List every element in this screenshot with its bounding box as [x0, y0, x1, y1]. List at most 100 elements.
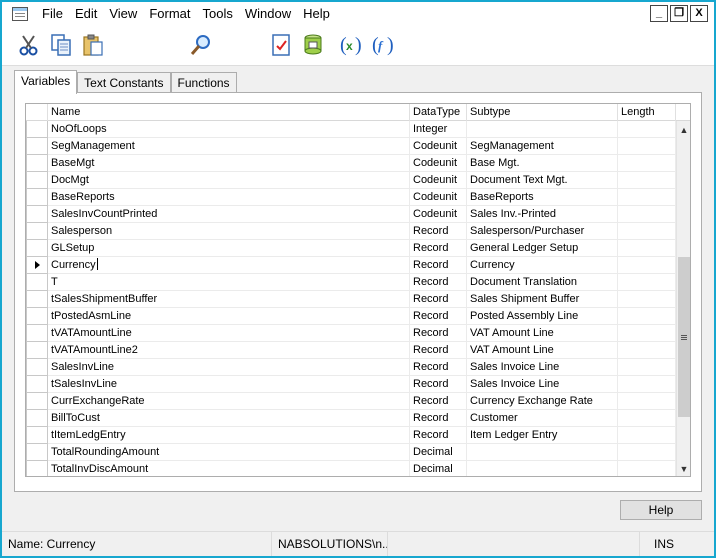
row-selector[interactable]	[26, 240, 48, 257]
row-selector[interactable]	[26, 189, 48, 206]
cell-length[interactable]	[618, 444, 676, 461]
cell-subtype[interactable]: Document Translation	[467, 274, 618, 291]
cell-name[interactable]: BaseReports	[48, 189, 410, 206]
cell-datatype[interactable]: Record	[410, 274, 467, 291]
table-row[interactable]: GLSetup Record General Ledger Setup	[26, 240, 678, 257]
table-row[interactable]: BillToCust Record Customer	[26, 410, 678, 427]
table-row[interactable]: Salesperson Record Salesperson/Purchaser	[26, 223, 678, 240]
table-row[interactable]: DocMgt Codeunit Document Text Mgt.	[26, 172, 678, 189]
table-row[interactable]: TotalInvDiscAmount Decimal	[26, 461, 678, 476]
table-row[interactable]: tVATAmountLine2 Record VAT Amount Line	[26, 342, 678, 359]
cell-datatype[interactable]: Codeunit	[410, 155, 467, 172]
cell-length[interactable]	[618, 461, 676, 476]
cell-datatype[interactable]: Codeunit	[410, 138, 467, 155]
cell-length[interactable]	[618, 138, 676, 155]
cell-name[interactable]: BaseMgt	[48, 155, 410, 172]
table-row[interactable]: Currency Record Currency	[26, 257, 678, 274]
cell-datatype[interactable]: Record	[410, 308, 467, 325]
cell-name[interactable]: tPostedAsmLine	[48, 308, 410, 325]
cell-name[interactable]: tItemLedgEntry	[48, 427, 410, 444]
menu-tools[interactable]: Tools	[196, 2, 238, 26]
cell-length[interactable]	[618, 274, 676, 291]
table-row[interactable]: tSalesInvLine Record Sales Invoice Line	[26, 376, 678, 393]
cell-datatype[interactable]: Record	[410, 359, 467, 376]
row-selector[interactable]	[26, 444, 48, 461]
cell-length[interactable]	[618, 291, 676, 308]
table-row[interactable]: BaseReports Codeunit BaseReports	[26, 189, 678, 206]
cell-name[interactable]: TotalInvDiscAmount	[48, 461, 410, 476]
row-selector[interactable]	[26, 206, 48, 223]
cell-name[interactable]: DocMgt	[48, 172, 410, 189]
menu-help[interactable]: Help	[297, 2, 336, 26]
cell-length[interactable]	[618, 121, 676, 138]
cell-name[interactable]: tSalesInvLine	[48, 376, 410, 393]
tab-variables[interactable]: Variables	[14, 70, 78, 94]
cell-subtype[interactable]: Sales Inv.-Printed	[467, 206, 618, 223]
menu-view[interactable]: View	[103, 2, 143, 26]
cell-subtype[interactable]: Item Ledger Entry	[467, 427, 618, 444]
row-selector[interactable]	[26, 342, 48, 359]
table-row[interactable]: tItemLedgEntry Record Item Ledger Entry	[26, 427, 678, 444]
cell-name[interactable]: SalesInvLine	[48, 359, 410, 376]
cell-datatype[interactable]: Record	[410, 410, 467, 427]
close-button[interactable]: X	[690, 5, 708, 22]
cell-length[interactable]	[618, 257, 676, 274]
cell-datatype[interactable]: Record	[410, 257, 467, 274]
cell-datatype[interactable]: Integer	[410, 121, 467, 138]
restore-button[interactable]: ❐	[670, 5, 688, 22]
cell-subtype[interactable]	[467, 461, 618, 476]
cell-name[interactable]: CurrExchangeRate	[48, 393, 410, 410]
row-selector[interactable]	[26, 376, 48, 393]
cell-name[interactable]: GLSetup	[48, 240, 410, 257]
header-selector[interactable]	[26, 104, 48, 121]
table-row[interactable]: TotalRoundingAmount Decimal	[26, 444, 678, 461]
cell-name[interactable]: tVATAmountLine2	[48, 342, 410, 359]
cell-datatype[interactable]: Record	[410, 240, 467, 257]
table-row[interactable]: T Record Document Translation	[26, 274, 678, 291]
database-icon[interactable]	[300, 32, 326, 58]
cell-length[interactable]	[618, 427, 676, 444]
row-selector[interactable]	[26, 274, 48, 291]
menu-file[interactable]: File	[36, 2, 69, 26]
properties-icon[interactable]	[268, 32, 294, 58]
cell-length[interactable]	[618, 342, 676, 359]
cell-subtype[interactable]: Base Mgt.	[467, 155, 618, 172]
cell-subtype[interactable]: General Ledger Setup	[467, 240, 618, 257]
cell-length[interactable]	[618, 325, 676, 342]
row-selector[interactable]	[26, 359, 48, 376]
paste-icon[interactable]	[80, 32, 106, 58]
cell-datatype[interactable]: Decimal	[410, 444, 467, 461]
cell-length[interactable]	[618, 376, 676, 393]
row-selector[interactable]	[26, 223, 48, 240]
tab-text-constants[interactable]: Text Constants	[77, 72, 171, 93]
header-length[interactable]: Length	[618, 104, 676, 121]
table-row[interactable]: BaseMgt Codeunit Base Mgt.	[26, 155, 678, 172]
cell-subtype[interactable]: Sales Invoice Line	[467, 359, 618, 376]
row-selector[interactable]	[26, 121, 48, 138]
symbol-menu-icon[interactable]: (x)	[338, 32, 364, 58]
cell-subtype[interactable]: Currency Exchange Rate	[467, 393, 618, 410]
cell-name[interactable]: SegManagement	[48, 138, 410, 155]
cell-datatype[interactable]: Record	[410, 427, 467, 444]
cut-icon[interactable]	[16, 32, 42, 58]
tab-functions[interactable]: Functions	[170, 72, 237, 93]
find-icon[interactable]	[188, 32, 214, 58]
row-selector[interactable]	[26, 427, 48, 444]
header-subtype[interactable]: Subtype	[467, 104, 618, 121]
copy-icon[interactable]	[48, 32, 74, 58]
cell-datatype[interactable]: Codeunit	[410, 172, 467, 189]
cell-length[interactable]	[618, 410, 676, 427]
cell-subtype[interactable]: Sales Invoice Line	[467, 376, 618, 393]
table-row[interactable]: NoOfLoops Integer	[26, 121, 678, 138]
table-row[interactable]: tPostedAsmLine Record Posted Assembly Line	[26, 308, 678, 325]
menu-format[interactable]: Format	[143, 2, 196, 26]
header-datatype[interactable]: DataType	[410, 104, 467, 121]
table-row[interactable]: CurrExchangeRate Record Currency Exchange …	[26, 393, 678, 410]
cell-subtype[interactable]: Customer	[467, 410, 618, 427]
cell-name[interactable]: SalesInvCountPrinted	[48, 206, 410, 223]
help-on-symbol-icon[interactable]: (f)	[370, 32, 396, 58]
cell-subtype[interactable]: BaseReports	[467, 189, 618, 206]
cell-datatype[interactable]: Record	[410, 223, 467, 240]
scroll-down-icon[interactable]: ▼	[677, 460, 690, 476]
cell-subtype[interactable]: Sales Shipment Buffer	[467, 291, 618, 308]
